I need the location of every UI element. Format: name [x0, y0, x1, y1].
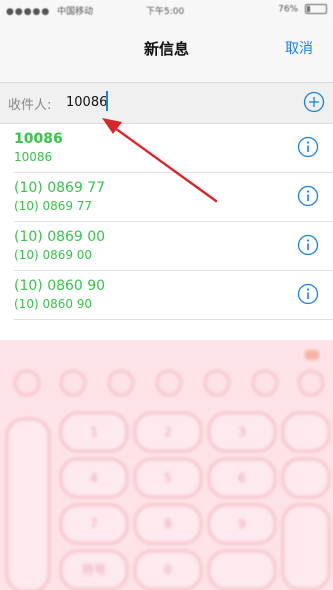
suggestion-list: 10086 10086 (10) 0869 77 (10) 0869 77 (1…	[0, 124, 333, 320]
key-space[interactable]	[208, 550, 276, 590]
keyboard-inner: 1 2 3 4 5 6 7 8 9 符号 0	[0, 340, 333, 590]
suggestion-primary: (10) 0869 00	[14, 229, 106, 245]
key-enter[interactable]	[282, 504, 330, 590]
suggestion-primary: 10086	[14, 131, 63, 147]
suggestion-secondary: (10) 0869 00	[14, 248, 93, 262]
suggestion-secondary: 10086	[14, 150, 53, 164]
key-clear[interactable]	[282, 458, 330, 498]
recipient-row: 收件人:	[0, 83, 333, 124]
suggestion-item[interactable]: (10) 0869 00 (10) 0869 00	[14, 222, 333, 271]
keyboard: 1 2 3 4 5 6 7 8 9 符号 0	[0, 340, 333, 590]
battery-percent: 76%	[278, 4, 299, 15]
keyboard-skin-icon	[305, 350, 319, 360]
key-6[interactable]: 6	[208, 458, 276, 498]
keyboard-symbol-column[interactable]	[6, 418, 50, 590]
suggestion-secondary: (10) 0860 90	[14, 297, 93, 311]
key-4[interactable]: 4	[60, 458, 128, 498]
key-1[interactable]: 1	[60, 412, 128, 452]
info-icon[interactable]	[297, 283, 319, 305]
keyboard-logo-icon[interactable]	[14, 370, 40, 396]
suggestion-primary: (10) 0860 90	[14, 278, 106, 294]
recipient-label: 收件人:	[8, 98, 52, 113]
text-caret	[106, 91, 108, 111]
keyboard-switch-icon[interactable]	[204, 370, 230, 396]
recipient-input[interactable]	[66, 89, 286, 115]
key-2[interactable]: 2	[134, 412, 202, 452]
key-9[interactable]: 9	[208, 504, 276, 544]
emoji-icon[interactable]	[60, 370, 86, 396]
status-time: 下午5:00	[146, 7, 185, 17]
suggestion-item[interactable]: (10) 0869 77 (10) 0869 77	[14, 173, 333, 222]
key-8[interactable]: 8	[134, 504, 202, 544]
key-backspace[interactable]	[282, 412, 330, 452]
suggestion-item[interactable]: (10) 0860 90 (10) 0860 90	[14, 271, 333, 320]
info-icon[interactable]	[297, 185, 319, 207]
navigation-bar: 新信息 取消	[0, 20, 333, 83]
battery-icon	[305, 4, 327, 14]
clipboard-icon[interactable]	[156, 370, 182, 396]
suggestion-item[interactable]: 10086 10086	[14, 124, 333, 173]
info-icon[interactable]	[297, 136, 319, 158]
voice-icon[interactable]	[108, 370, 134, 396]
status-bar: ●●●●● 中国移动 下午5:00 76%	[0, 0, 333, 20]
carrier-label: 中国移动	[57, 7, 94, 17]
key-0[interactable]: 0	[134, 550, 202, 590]
page-title: 新信息	[143, 40, 189, 58]
key-symbols[interactable]: 符号	[60, 550, 128, 590]
plus-circle-icon[interactable]	[303, 91, 325, 113]
key-3[interactable]: 3	[208, 412, 276, 452]
search-icon[interactable]	[252, 370, 278, 396]
signal-icon: ●●●●●	[6, 7, 51, 17]
suggestion-primary: (10) 0869 77	[14, 180, 106, 196]
key-5[interactable]: 5	[134, 458, 202, 498]
suggestion-secondary: (10) 0869 77	[14, 199, 93, 213]
collapse-icon[interactable]	[298, 370, 324, 396]
cancel-button[interactable]: 取消	[285, 38, 313, 58]
info-icon[interactable]	[297, 234, 319, 256]
keyboard-toolbar	[0, 364, 333, 398]
key-7[interactable]: 7	[60, 504, 128, 544]
